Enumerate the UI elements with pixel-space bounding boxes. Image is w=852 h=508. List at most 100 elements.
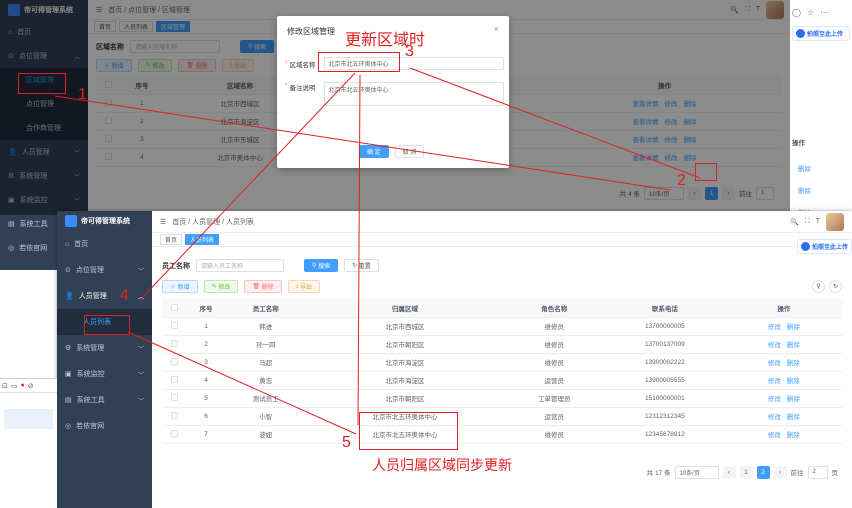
delete-button[interactable]: 🗑 删除	[244, 280, 282, 293]
fg-header: ☰ 首页 / 人员管理 / 人员列表 🔍 ⛶ T	[152, 211, 852, 233]
checkbox[interactable]	[170, 358, 178, 366]
fg-sidebar-location[interactable]: ⊙ 点位管理 ﹀	[57, 257, 152, 283]
table-row: 5 测试员工 北京市朝阳区 工单管理员 15100000001 修改 删除	[162, 389, 842, 408]
devtools-fragment: ⊡ ▭ ● ⊘	[0, 378, 57, 508]
checkbox[interactable]	[170, 340, 178, 348]
remark-textarea[interactable]: 北京市北五环奥体中心	[323, 82, 504, 106]
device-icon[interactable]: ▭	[11, 382, 18, 390]
circle-icon: ◯	[792, 7, 801, 17]
edit-link[interactable]: 修改	[768, 342, 781, 349]
fg-sidebar-system[interactable]: ⚙ 系统管理 ﹀	[57, 335, 152, 361]
delete-link[interactable]: 删除	[787, 324, 800, 331]
upload-button[interactable]: 拍照至此上传	[792, 26, 850, 41]
more-icon[interactable]: ⋯	[820, 8, 828, 17]
edit-link[interactable]: 修改	[768, 378, 781, 385]
page-2-button[interactable]: 2	[756, 465, 770, 479]
fg-search-form: 员工名称 请输入员工名称 ⚲ 搜索 ↻ 重置	[152, 247, 852, 278]
checkbox[interactable]	[170, 394, 178, 402]
chevron-down-icon: ﹀	[137, 398, 144, 405]
edit-link[interactable]: 修改	[768, 414, 781, 421]
next-page-button[interactable]: ›	[773, 465, 787, 479]
refresh-icon: ↻	[352, 263, 358, 269]
tag-staff-list[interactable]: 人员列表	[185, 234, 220, 245]
user-icon: 👤	[65, 293, 74, 300]
edit-link[interactable]: 修改	[768, 432, 781, 439]
fg-sidebar-monitor[interactable]: ▣ 系统监控 ﹀	[57, 361, 152, 387]
search-icon: ⚲	[312, 263, 317, 269]
goto-page-input[interactable]: 2	[807, 465, 828, 479]
refresh-icon[interactable]: ↻	[829, 280, 842, 293]
confirm-button[interactable]: 确 定	[359, 145, 389, 158]
highlight-region-cells	[359, 412, 458, 450]
checkbox[interactable]	[170, 322, 178, 330]
highlight-name-field	[318, 52, 400, 72]
table-tools: ⚲ ↻	[812, 280, 842, 293]
highlight-edit-link	[695, 163, 717, 181]
side-browser-strip: ◯☆⋯ 拍照至此上传 操作 删除 删除 删除	[790, 0, 852, 217]
chevron-down-icon: ﹀	[137, 268, 144, 275]
fg-sidebar-tools[interactable]: ▤ 系统工具 ﹀	[57, 387, 152, 413]
staff-table: 序号 员工名称 归属区域 角色名称 联系电话 操作 1 韩进 北京市西城区 维修员 13…	[162, 299, 842, 444]
step-3-number: 3	[405, 43, 414, 60]
search-toggle-icon[interactable]: ⚲	[812, 280, 825, 293]
step-4-number: 4	[120, 287, 129, 304]
search-button[interactable]: ⚲ 搜索	[304, 259, 339, 272]
avatar[interactable]	[826, 212, 844, 231]
delete-link[interactable]: 删除	[787, 360, 800, 367]
delete-link[interactable]: 删除	[787, 432, 800, 439]
annotation-result: 人员归属区域同步更新	[372, 457, 512, 473]
upload-button[interactable]: 拍照至此上传	[796, 239, 852, 254]
delete-link[interactable]: 删除	[787, 396, 800, 403]
delete-link[interactable]: 删除	[798, 159, 852, 181]
reset-button[interactable]: ↻ 重置	[344, 259, 379, 272]
edit-button[interactable]: ✎ 修改	[203, 280, 239, 293]
edit-link[interactable]: 修改	[768, 396, 781, 403]
delete-link[interactable]: 删除	[787, 342, 800, 349]
delete-link[interactable]: 删除	[798, 181, 852, 203]
table-row: 7 波妞 北京市北五环奥体中心 维修员 12345678912 修改 删除	[162, 425, 842, 444]
tool-icon: ▤	[65, 397, 72, 404]
add-button[interactable]: ＋ 新增	[162, 280, 198, 293]
strip-toolbar: ◯ ☆ ⋯	[790, 0, 852, 24]
prev-page-button[interactable]: ‹	[722, 465, 736, 479]
edit-link[interactable]: 修改	[768, 360, 781, 367]
chevron-down-icon: ﹀	[137, 346, 144, 353]
checkbox[interactable]	[170, 376, 178, 384]
fullscreen-icon[interactable]: ⛶	[805, 218, 810, 226]
fg-sidebar-staff[interactable]: 👤 人员管理 ︿	[57, 283, 152, 309]
table-row: 1 韩进 北京市西城区 维修员 13700000005 修改 删除	[162, 317, 842, 336]
star-icon[interactable]: ☆	[807, 8, 814, 17]
checkbox[interactable]	[170, 412, 178, 420]
font-size-icon[interactable]: T	[816, 218, 820, 225]
export-button[interactable]: ⤓ 导出	[287, 280, 321, 293]
fg-sidebar-home[interactable]: ⌂ 首页	[57, 231, 152, 257]
record-icon[interactable]: ●	[21, 382, 25, 389]
devtools-timeline	[4, 409, 53, 429]
edit-link[interactable]: 修改	[768, 324, 781, 331]
monitor-icon: ▣	[65, 371, 72, 378]
cloud-icon	[796, 29, 805, 38]
delete-link[interactable]: 删除	[787, 414, 800, 421]
dialog-footer: 确 定 取 消	[359, 145, 425, 158]
gear-icon: ⚙	[65, 345, 72, 352]
table-row: 6 小智 北京市北五环奥体中心 运营员 12312312345 修改 删除	[162, 407, 842, 426]
hamburger-icon[interactable]: ☰	[160, 218, 166, 226]
step-2-number: 2	[677, 172, 686, 189]
highlight-staff-list-menu	[84, 315, 130, 335]
inspect-icon[interactable]: ⊡	[2, 382, 8, 390]
fg-toolbar: ＋ 新增 ✎ 修改 🗑 删除 ⤓ 导出 ⚲ ↻	[152, 278, 852, 295]
delete-link[interactable]: 删除	[787, 378, 800, 385]
search-icon[interactable]: 🔍	[790, 218, 799, 226]
cancel-button[interactable]: 取 消	[394, 145, 425, 158]
staff-name-input[interactable]: 请输入员工名称	[196, 259, 284, 272]
tag-home[interactable]: 首页	[160, 234, 183, 245]
close-icon[interactable]: ×	[494, 24, 499, 34]
clear-icon[interactable]: ⊘	[28, 382, 34, 390]
cloud-icon	[800, 242, 810, 251]
checkbox[interactable]	[170, 304, 178, 312]
page-size-select[interactable]: 10条/页	[674, 465, 719, 479]
remark-form-row: * 备注说明 北京市北五环奥体中心	[285, 82, 504, 106]
checkbox[interactable]	[170, 430, 178, 438]
fg-sidebar-site[interactable]: ◎ 若依官网	[57, 413, 152, 439]
page-1-button[interactable]: 1	[739, 465, 753, 479]
